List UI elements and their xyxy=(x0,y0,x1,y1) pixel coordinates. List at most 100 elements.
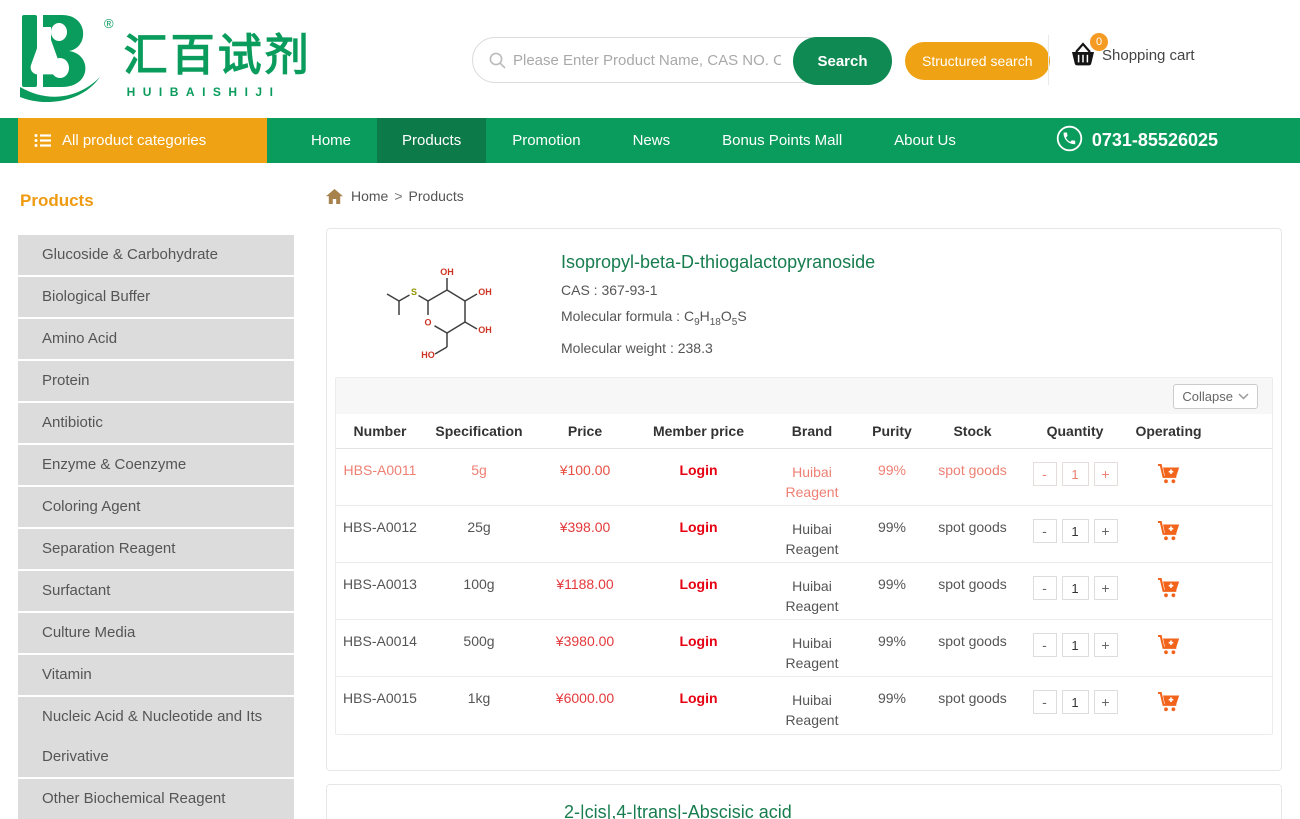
sidebar-item[interactable]: Separation Reagent xyxy=(18,529,294,569)
logo-latin-name: HUIBAISHIJI xyxy=(127,85,312,99)
main-panel: Home > Products xyxy=(326,163,1282,819)
quantity-minus-button[interactable]: - xyxy=(1033,690,1057,714)
cell-brand: Huibai Reagent xyxy=(777,690,847,734)
cell-price: ¥100.00 xyxy=(534,462,636,505)
sidebar-item[interactable]: Glucoside & Carbohydrate xyxy=(18,235,294,275)
nav-item[interactable]: Home xyxy=(285,118,377,163)
nav-item[interactable]: Bonus Points Mall xyxy=(696,118,868,163)
search-icon xyxy=(488,51,507,75)
sidebar-item[interactable]: Amino Acid xyxy=(18,319,294,359)
table-row: HBS-A0012 25g ¥398.00 Login Huibai Reage… xyxy=(336,506,1272,563)
login-link[interactable]: Login xyxy=(679,576,717,592)
cell-brand: Huibai Reagent xyxy=(777,519,847,562)
nav-item[interactable]: Promotion xyxy=(486,118,606,163)
col-price: Price xyxy=(534,423,636,439)
category-list-icon xyxy=(34,133,52,148)
cell-number[interactable]: HBS-A0011 xyxy=(336,462,424,505)
cell-number[interactable]: HBS-A0013 xyxy=(336,576,424,619)
quantity-stepper: - + xyxy=(1024,519,1126,562)
quantity-plus-button[interactable]: + xyxy=(1094,519,1118,543)
site-logo[interactable]: ® 汇百试剂 HUIBAISHIJI xyxy=(18,10,312,111)
svg-text:HO: HO xyxy=(421,350,435,360)
col-member-price: Member price xyxy=(636,423,761,439)
add-to-cart-button[interactable] xyxy=(1157,577,1180,601)
login-link[interactable]: Login xyxy=(679,690,717,706)
breadcrumb-separator: > xyxy=(394,188,402,204)
shopping-cart-link[interactable]: 0 Shopping cart xyxy=(1068,42,1195,68)
quantity-minus-button[interactable]: - xyxy=(1033,576,1057,600)
search-input[interactable] xyxy=(513,40,781,80)
nav-item[interactable]: About Us xyxy=(868,118,982,163)
sidebar-item[interactable]: Culture Media xyxy=(18,613,294,653)
sidebar-item[interactable]: Biological Buffer xyxy=(18,277,294,317)
login-link[interactable]: Login xyxy=(679,462,717,478)
quantity-minus-button[interactable]: - xyxy=(1033,633,1057,657)
chemical-structure-image[interactable]: O OH OH OH HO S xyxy=(371,255,511,369)
weight-value: 238.3 xyxy=(678,340,713,356)
quantity-minus-button[interactable]: - xyxy=(1033,519,1057,543)
sidebar-item[interactable]: Enzyme & Coenzyme xyxy=(18,445,294,485)
search-button[interactable]: Search xyxy=(793,37,892,85)
quantity-plus-button[interactable]: + xyxy=(1094,690,1118,714)
quantity-plus-button[interactable]: + xyxy=(1094,576,1118,600)
quantity-input[interactable] xyxy=(1062,690,1089,714)
cell-member-price: Login xyxy=(636,462,761,505)
breadcrumb: Home > Products xyxy=(326,188,1282,204)
login-link[interactable]: Login xyxy=(679,519,717,535)
breadcrumb-home-link[interactable]: Home xyxy=(351,188,388,204)
cell-specification: 1kg xyxy=(424,690,534,734)
next-product-title-link[interactable]: 2-|cis|,4-|trans|-Abscisic acid xyxy=(564,802,1281,819)
sidebar-item[interactable]: Surfactant xyxy=(18,571,294,611)
phone-icon xyxy=(1056,125,1083,157)
logo-text: 汇百试剂 HUIBAISHIJI xyxy=(124,32,312,111)
logo-chinese-name: 汇百试剂 xyxy=(124,32,312,80)
quantity-plus-button[interactable]: + xyxy=(1094,462,1118,486)
sidebar-item[interactable]: Protein xyxy=(18,361,294,401)
collapse-button[interactable]: Collapse xyxy=(1173,384,1258,409)
spec-table: Collapse Number Specification Price Memb… xyxy=(335,377,1273,735)
cell-brand: Huibai Reagent xyxy=(777,576,847,619)
cell-number[interactable]: HBS-A0012 xyxy=(336,519,424,562)
sidebar-item[interactable]: Antibiotic xyxy=(18,403,294,443)
sidebar-item[interactable]: Vitamin xyxy=(18,655,294,695)
cell-specification: 500g xyxy=(424,633,534,676)
registered-mark: ® xyxy=(104,16,114,111)
all-categories-button[interactable]: All product categories xyxy=(18,118,267,163)
cart-label: Shopping cart xyxy=(1102,47,1195,64)
cell-operating xyxy=(1126,690,1211,734)
sidebar-item[interactable]: Coloring Agent xyxy=(18,487,294,527)
quantity-plus-button[interactable]: + xyxy=(1094,633,1118,657)
product-title-link[interactable]: Isopropyl-beta-D-thiogalactopyranoside xyxy=(561,252,875,273)
cell-purity: 99% xyxy=(863,462,921,505)
svg-text:S: S xyxy=(411,287,417,297)
cell-specification: 5g xyxy=(424,462,534,505)
sidebar-item[interactable]: Nucleic Acid & Nucleotide and Its Deriva… xyxy=(18,697,294,777)
add-to-cart-button[interactable] xyxy=(1157,691,1180,715)
cas-value: 367-93-1 xyxy=(601,282,657,298)
nav-item[interactable]: News xyxy=(607,118,697,163)
quantity-input[interactable] xyxy=(1062,576,1089,600)
cell-number[interactable]: HBS-A0015 xyxy=(336,690,424,734)
nav-item[interactable]: Products xyxy=(377,118,486,163)
cell-operating xyxy=(1126,576,1211,619)
add-to-cart-button[interactable] xyxy=(1157,463,1180,487)
quantity-minus-button[interactable]: - xyxy=(1033,462,1057,486)
quantity-input[interactable] xyxy=(1062,462,1089,486)
cell-operating xyxy=(1126,633,1211,676)
svg-text:OH: OH xyxy=(478,325,492,335)
quantity-input[interactable] xyxy=(1062,519,1089,543)
quantity-input[interactable] xyxy=(1062,633,1089,657)
sidebar-item[interactable]: Other Biochemical Reagent xyxy=(18,779,294,819)
cell-specification: 100g xyxy=(424,576,534,619)
login-link[interactable]: Login xyxy=(679,633,717,649)
cell-number[interactable]: HBS-A0014 xyxy=(336,633,424,676)
quantity-stepper: - + xyxy=(1024,576,1126,619)
add-to-cart-button[interactable] xyxy=(1157,520,1180,544)
table-toolbar: Collapse xyxy=(336,378,1272,414)
quantity-stepper: - + xyxy=(1024,690,1126,734)
structured-search-button[interactable]: Structured search xyxy=(905,42,1050,80)
home-icon[interactable] xyxy=(326,189,343,204)
sidebar-items: Glucoside & CarbohydrateBiological Buffe… xyxy=(18,235,294,819)
col-quantity: Quantity xyxy=(1024,423,1126,439)
add-to-cart-button[interactable] xyxy=(1157,634,1180,658)
